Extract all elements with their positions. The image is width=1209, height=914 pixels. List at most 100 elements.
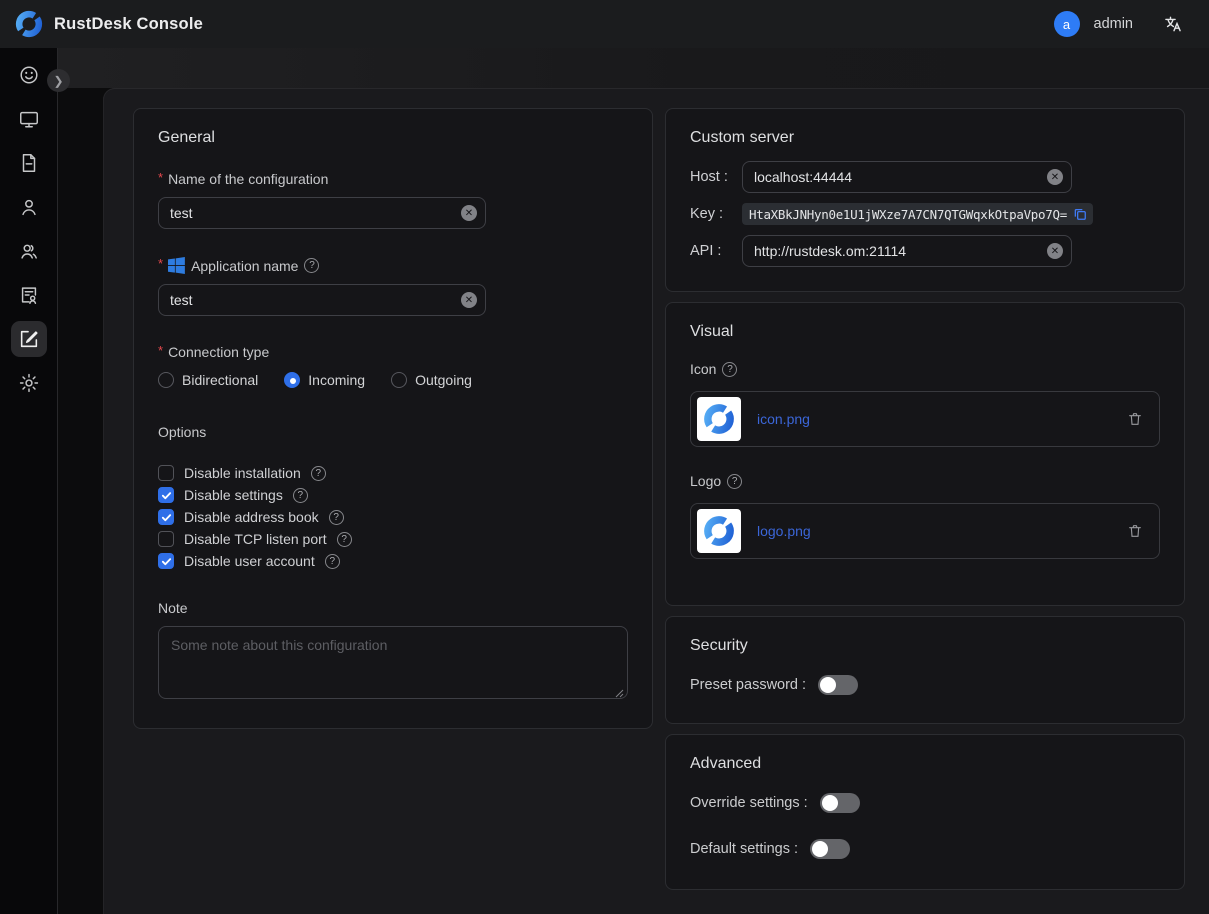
sidebar-item-settings[interactable] — [11, 365, 47, 401]
checkbox-icon — [158, 531, 174, 547]
override-settings-toggle[interactable] — [820, 793, 860, 813]
help-icon[interactable]: ? — [293, 488, 308, 503]
config-name-label: * Name of the configuration — [158, 171, 628, 187]
radio-icon — [284, 372, 300, 388]
visual-title: Visual — [690, 323, 1160, 341]
edit-icon — [18, 328, 40, 350]
checkbox-disable-user-account[interactable]: Disable user account ? — [158, 550, 628, 572]
host-input[interactable]: ✕ — [742, 161, 1072, 193]
logo-file-row: logo.png — [690, 503, 1160, 559]
help-icon[interactable]: ? — [304, 258, 319, 273]
checkbox-disable-installation[interactable]: Disable installation ? — [158, 462, 628, 484]
note-textarea[interactable] — [158, 626, 628, 699]
chevron-right-icon: ❯ — [53, 74, 63, 88]
icon-label: Icon ? — [690, 361, 1160, 377]
copy-icon[interactable] — [1073, 207, 1087, 221]
radio-icon — [158, 372, 174, 388]
preset-password-label: Preset password : — [690, 677, 806, 693]
icon-thumbnail — [697, 397, 741, 441]
user-avatar[interactable]: a — [1054, 11, 1080, 37]
visual-card: Visual Icon ? icon.png — [665, 302, 1185, 606]
radio-incoming[interactable]: Incoming — [284, 372, 365, 388]
override-settings-label: Override settings : — [690, 795, 808, 811]
monitor-icon — [18, 108, 40, 130]
user-icon — [18, 196, 40, 218]
sidebar-item-documents[interactable] — [11, 145, 47, 181]
sidebar-item-configurations[interactable] — [11, 321, 47, 357]
logo-file-link[interactable]: logo.png — [757, 523, 811, 539]
radio-icon — [391, 372, 407, 388]
connection-type-label: * Connection type — [158, 344, 628, 360]
note-label: Note — [158, 600, 628, 616]
icon-file-row: icon.png — [690, 391, 1160, 447]
sidebar-item-dashboard[interactable] — [11, 57, 47, 93]
help-icon[interactable]: ? — [337, 532, 352, 547]
app-name-field[interactable] — [159, 292, 485, 308]
advanced-title: Advanced — [690, 755, 1160, 773]
app-name-label: * Application name ? — [158, 257, 628, 274]
connection-type-group: Bidirectional Incoming Outgoing — [158, 372, 628, 388]
clear-icon[interactable]: ✕ — [461, 292, 477, 308]
icon-file-link[interactable]: icon.png — [757, 411, 810, 427]
sidebar-item-devices[interactable] — [11, 101, 47, 137]
sidebar-item-audit[interactable] — [11, 277, 47, 313]
checkbox-icon — [158, 553, 174, 569]
config-name-input[interactable]: ✕ — [158, 197, 486, 229]
host-field[interactable] — [743, 169, 1071, 185]
checkbox-disable-settings[interactable]: Disable settings ? — [158, 484, 628, 506]
custom-server-card: Custom server Host : ✕ Key : HtaXBkJNHyn… — [665, 108, 1185, 292]
help-icon[interactable]: ? — [727, 474, 742, 489]
logo-thumbnail — [697, 509, 741, 553]
key-label: Key : — [690, 206, 742, 222]
clear-icon[interactable]: ✕ — [461, 205, 477, 221]
clear-icon[interactable]: ✕ — [1047, 169, 1063, 185]
windows-logo-icon — [168, 257, 185, 274]
api-label: API : — [690, 243, 742, 259]
trash-icon[interactable] — [1127, 411, 1143, 427]
default-settings-toggle[interactable] — [810, 839, 850, 859]
document-icon — [18, 152, 40, 174]
main-area: General * Name of the configuration ✕ * — [58, 48, 1209, 914]
help-icon[interactable]: ? — [722, 362, 737, 377]
checkbox-icon — [158, 509, 174, 525]
config-name-field[interactable] — [159, 205, 485, 221]
server-key-value: HtaXBkJNHyn0e1U1jWXze7A7CN7QTGWqxkOtpaVp… — [742, 203, 1093, 225]
default-settings-label: Default settings : — [690, 841, 798, 857]
advanced-card: Advanced Override settings : Default set… — [665, 734, 1185, 890]
host-label: Host : — [690, 169, 742, 185]
security-card: Security Preset password : — [665, 616, 1185, 724]
top-bar: RustDesk Console a admin — [0, 0, 1209, 48]
user-name[interactable]: admin — [1094, 16, 1134, 32]
users-icon — [18, 240, 40, 262]
trash-icon[interactable] — [1127, 523, 1143, 539]
api-input[interactable]: ✕ — [742, 235, 1072, 267]
audit-log-icon — [18, 284, 40, 306]
sidebar-item-users[interactable] — [11, 189, 47, 225]
app-name-input[interactable]: ✕ — [158, 284, 486, 316]
radio-outgoing[interactable]: Outgoing — [391, 372, 472, 388]
preset-password-toggle[interactable] — [818, 675, 858, 695]
required-asterisk: * — [158, 256, 163, 271]
help-icon[interactable]: ? — [311, 466, 326, 481]
help-icon[interactable]: ? — [325, 554, 340, 569]
brand: RustDesk Console — [14, 9, 203, 39]
rustdesk-logo-icon — [14, 9, 44, 39]
custom-server-title: Custom server — [690, 129, 1160, 147]
api-field[interactable] — [743, 243, 1071, 259]
options-label: Options — [158, 424, 628, 440]
sidebar-item-groups[interactable] — [11, 233, 47, 269]
content-container: General * Name of the configuration ✕ * — [103, 88, 1209, 914]
help-icon[interactable]: ? — [329, 510, 344, 525]
required-asterisk: * — [158, 343, 163, 358]
checkbox-disable-tcp-listen-port[interactable]: Disable TCP listen port ? — [158, 528, 628, 550]
app-title: RustDesk Console — [54, 15, 203, 34]
radio-bidirectional[interactable]: Bidirectional — [158, 372, 258, 388]
clear-icon[interactable]: ✕ — [1047, 243, 1063, 259]
general-card: General * Name of the configuration ✕ * — [133, 108, 653, 729]
logo-label: Logo ? — [690, 473, 1160, 489]
checkbox-disable-address-book[interactable]: Disable address book ? — [158, 506, 628, 528]
translate-icon[interactable] — [1163, 14, 1183, 34]
required-asterisk: * — [158, 170, 163, 185]
sidebar-expand-button[interactable]: ❯ — [47, 69, 70, 92]
security-title: Security — [690, 637, 1160, 655]
